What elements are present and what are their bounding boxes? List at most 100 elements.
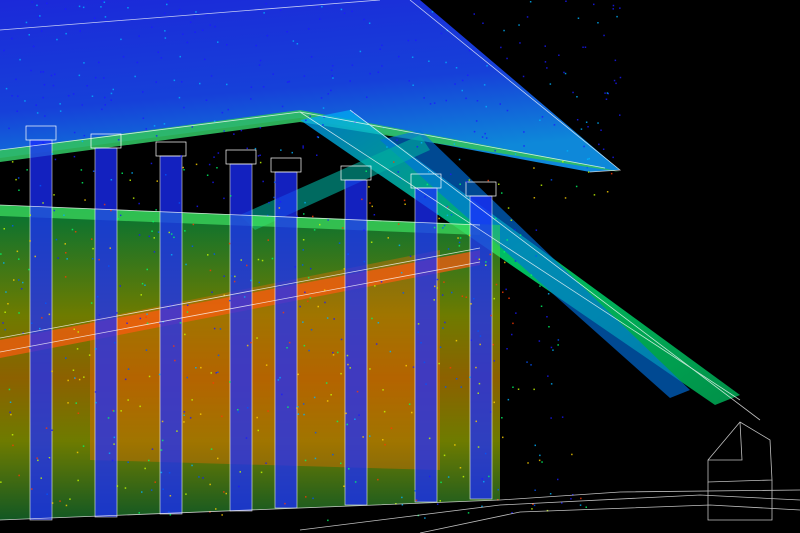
scan-point [319,223,321,226]
scan-point [148,375,151,378]
scan-point [186,41,189,44]
scan-point [127,461,129,463]
scan-point [229,381,231,383]
scan-point [386,146,388,148]
scan-point [316,154,318,156]
scan-point [257,258,260,261]
scan-point [534,444,536,447]
scan-point [417,323,420,325]
scan-point [282,311,285,314]
scan-point [424,196,426,198]
scan-point [327,519,329,522]
post [229,163,253,512]
scan-point [157,231,160,233]
scan-point [455,67,458,69]
scan-point [13,279,15,281]
scan-point [132,197,135,199]
scan-point [67,95,70,97]
scan-point [16,250,19,253]
scan-point [534,489,536,491]
scan-point [214,25,216,28]
scan-point [369,72,371,75]
scan-point [369,368,371,370]
scan-point [18,474,20,477]
scan-point [101,108,103,111]
scan-point [117,218,119,220]
scan-point [261,259,264,262]
scan-point [28,268,30,271]
scan-point [51,502,54,504]
scan-point [495,283,498,286]
scan-point [11,95,13,97]
scan-point [369,202,371,204]
scan-point [393,161,395,163]
scan-point [221,111,224,114]
scan-point [518,24,520,26]
scan-point [443,224,446,227]
scan-point [382,389,384,391]
scan-point [273,181,276,183]
scan-point [380,281,383,283]
scan-point [314,431,317,434]
scan-point [497,488,499,491]
scan-point [114,341,116,344]
scan-point [124,378,127,381]
scan-point [312,497,314,500]
scan-point [302,239,305,241]
scan-point [77,331,79,333]
scan-point [64,243,66,245]
scan-point [586,158,589,160]
scan-point [387,237,389,239]
scan-point [164,30,166,32]
scan-point [561,416,564,418]
scan-point [459,183,461,185]
scan-point [483,84,486,86]
scan-point [414,490,416,492]
scan-point [381,44,383,46]
scan-point [164,37,167,39]
scan-point [412,84,414,86]
scan-point [340,338,343,341]
footing-outline [707,421,773,483]
scan-point [519,234,522,236]
scan-point [116,485,119,487]
scan-point [503,29,505,32]
scan-point [141,282,144,285]
scan-point [166,3,168,6]
scan-point [447,248,450,250]
post-cap [270,157,302,173]
scan-point [31,488,33,490]
scan-point [103,203,106,206]
scan-point [217,41,219,43]
scan-point [243,296,246,298]
scan-point [278,207,281,209]
scan-point [86,85,88,87]
scan-point [468,234,471,237]
scan-point [221,415,223,418]
point-cloud-viewport[interactable] [0,0,800,533]
scan-point [303,344,306,347]
scan-point [324,301,326,304]
scan-point [246,264,248,267]
scan-point [612,8,614,10]
scan-point [240,129,243,132]
scan-point [84,199,86,201]
scan-point [546,67,548,69]
scan-point [78,5,81,8]
scan-point [477,330,479,332]
scan-point [415,39,417,42]
scan-point [265,364,268,366]
scan-point [102,0,104,2]
scan-point [477,392,479,394]
scan-point [186,304,189,306]
scan-point [91,95,94,97]
scan-point [487,179,489,182]
scan-point [619,114,621,116]
scan-point [443,454,446,457]
scan-point [37,459,39,462]
scan-point [553,124,556,126]
scan-point [505,288,507,291]
scan-point [475,420,477,423]
scan-point [139,317,142,320]
scan-point [383,410,386,413]
